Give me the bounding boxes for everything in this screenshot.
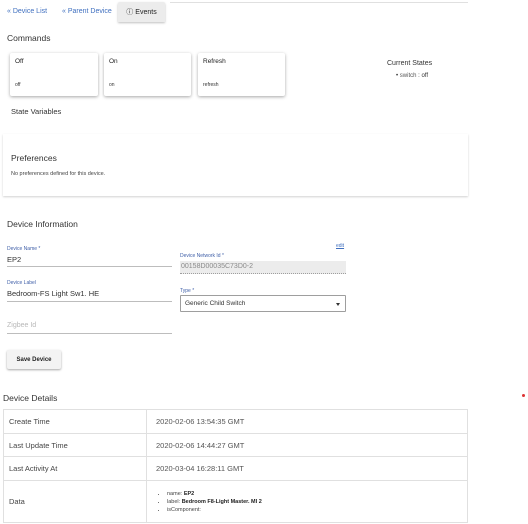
detail-key: Create Time	[3, 409, 147, 434]
command-name: On	[109, 58, 118, 65]
detail-key: Last Activity At	[3, 456, 147, 481]
chevron-down-icon	[336, 303, 340, 306]
zigbee-id-underline	[7, 333, 172, 334]
table-row: Last Update Time 2020-02-06 14:44:27 GMT	[3, 433, 468, 457]
command-arg: refresh	[203, 82, 219, 88]
command-arg: off	[15, 82, 21, 88]
preferences-title: Preferences	[11, 153, 57, 163]
detail-value: 2020-03-04 16:28:11 GMT	[146, 456, 468, 481]
state-key: switch	[399, 73, 417, 79]
current-states-title: Current States	[387, 60, 433, 67]
indicator-dot	[522, 394, 525, 397]
device-label-label: Device Label	[7, 280, 36, 286]
device-list-link[interactable]: « Device List	[7, 8, 47, 15]
detail-key: Data	[3, 480, 147, 523]
device-label-underline	[7, 301, 172, 302]
preferences-empty-text: No preferences defined for this device.	[11, 171, 106, 177]
type-label: Type *	[180, 288, 195, 294]
command-arg: on	[109, 82, 115, 88]
device-name-input[interactable]: EP2	[7, 255, 21, 264]
command-name: Off	[15, 58, 24, 65]
device-information-title: Device Information	[7, 219, 78, 229]
command-name: Refresh	[203, 58, 226, 65]
events-tab[interactable]: ⓘ Events	[118, 2, 165, 22]
command-off-card[interactable]: Off off	[10, 53, 98, 96]
state-separator: :	[418, 73, 420, 79]
top-divider	[170, 2, 468, 3]
detail-value: 2020-02-06 13:54:35 GMT	[146, 409, 468, 434]
device-details-title: Device Details	[3, 393, 58, 403]
data-value: Bedroom F8-Light Master. MI 2	[181, 498, 262, 505]
command-on-card[interactable]: On on	[104, 53, 191, 96]
current-state-item: • switch : off	[396, 73, 428, 79]
data-list-cell: name: EP2 label: Bedroom F8-Light Master…	[146, 480, 468, 523]
data-list: name: EP2 label: Bedroom F8-Light Master…	[147, 490, 467, 514]
list-item: name: EP2	[167, 490, 467, 498]
table-row: Create Time 2020-02-06 13:54:35 GMT	[3, 409, 468, 434]
data-value: EP2	[183, 490, 195, 497]
device-name-label: Device Name *	[7, 246, 41, 252]
events-tab-label: Events	[135, 8, 157, 16]
type-select[interactable]: Generic Child Switch	[180, 295, 346, 312]
table-row: Data name: EP2 label: Bedroom F8-Light M…	[3, 480, 468, 523]
state-variables-title: State Variables	[11, 107, 62, 116]
table-row: Last Activity At 2020-03-04 16:28:11 GMT	[3, 456, 468, 481]
detail-value: 2020-02-06 14:44:27 GMT	[146, 433, 468, 457]
device-name-underline	[7, 266, 172, 267]
info-icon: ⓘ	[126, 9, 134, 16]
state-value: off	[421, 73, 429, 79]
save-device-button[interactable]: Save Device	[7, 350, 61, 369]
preferences-card: Preferences No preferences defined for t…	[3, 134, 468, 196]
list-item: label: Bedroom F8-Light Master. MI 2	[167, 498, 467, 506]
device-details-table: Create Time 2020-02-06 13:54:35 GMT Last…	[3, 409, 468, 523]
command-refresh-card[interactable]: Refresh refresh	[198, 53, 285, 96]
device-label-input[interactable]: Bedroom-FS Light Sw1. HE	[7, 289, 99, 298]
device-network-id-field: 00158D00035C73D0-2	[180, 261, 346, 274]
commands-title: Commands	[7, 33, 51, 43]
zigbee-id-input[interactable]: Zigbee Id	[7, 322, 36, 329]
edit-dni-link[interactable]: edit	[336, 243, 344, 249]
type-select-value: Generic Child Switch	[185, 300, 246, 307]
parent-device-link[interactable]: « Parent Device	[62, 8, 112, 15]
list-item: isComponent:	[167, 506, 467, 514]
bullet-icon: •	[396, 73, 399, 79]
detail-key: Last Update Time	[3, 433, 147, 457]
device-network-id-label: Device Network Id *	[180, 253, 224, 259]
